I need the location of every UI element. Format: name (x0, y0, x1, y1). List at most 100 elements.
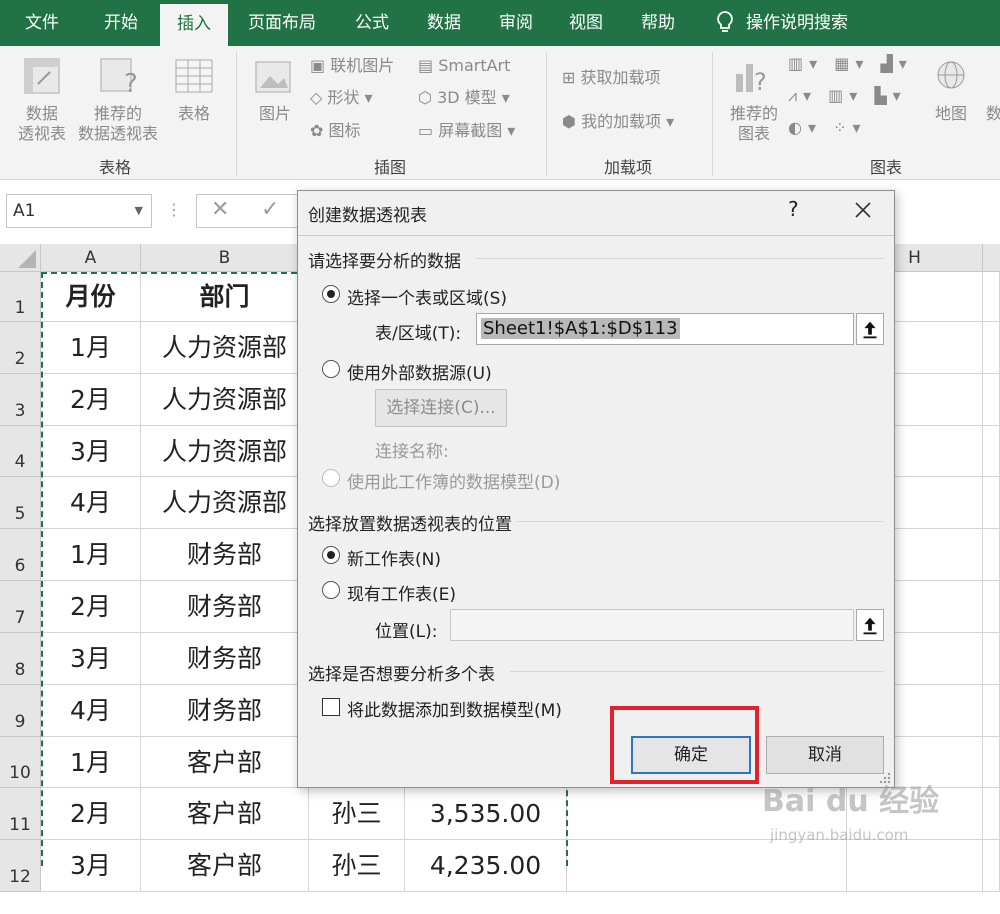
cell-i8[interactable] (983, 633, 1000, 685)
column-header-b[interactable]: B (141, 244, 309, 272)
row-header[interactable]: 4 (0, 426, 41, 477)
cell-a8[interactable]: 3月 (41, 633, 141, 685)
cell-b6[interactable]: 财务部 (141, 529, 309, 581)
cell-a7[interactable]: 2月 (41, 581, 141, 633)
tab-home[interactable]: 开始 (84, 0, 158, 46)
cell-a12[interactable]: 3月 (41, 840, 141, 892)
tell-me-search[interactable]: 操作说明搜索 (746, 0, 866, 46)
cell-b5[interactable]: 人力资源部 (141, 477, 309, 529)
close-icon[interactable] (850, 197, 876, 223)
cell-i11[interactable] (983, 788, 1000, 840)
cell-b1[interactable]: 部门 (141, 272, 309, 322)
tab-review[interactable]: 审阅 (482, 0, 550, 46)
cancel-formula-icon[interactable]: ✕ (211, 197, 229, 222)
row-header[interactable]: 2 (0, 322, 41, 374)
radio-data-model[interactable] (322, 469, 340, 487)
my-addins-button[interactable]: ⬢ 我的加载项 ▾ (562, 112, 674, 132)
tab-insert[interactable]: 插入 (160, 4, 228, 46)
chevron-down-icon[interactable]: ▼ (135, 195, 143, 227)
3d-model-button[interactable]: ⬡ 3D 模型 ▾ (418, 88, 510, 108)
chart-types-row-2[interactable]: ⩘▾ ▥▾ ▙▾ (788, 86, 907, 106)
recommended-pivot-button[interactable]: 推荐的 数据透视表 (72, 104, 164, 144)
tab-file[interactable]: 文件 (6, 0, 78, 46)
cell-i6[interactable] (983, 529, 1000, 581)
cell-h12[interactable] (847, 840, 983, 892)
shapes-button[interactable]: ◇ 形状 ▾ (310, 88, 373, 108)
radio-existing-worksheet[interactable] (322, 581, 340, 599)
cell-b2[interactable]: 人力资源部 (141, 322, 309, 374)
cell-b12[interactable]: 客户部 (141, 840, 309, 892)
tab-view[interactable]: 视图 (552, 0, 620, 46)
cell-b8[interactable]: 财务部 (141, 633, 309, 685)
cancel-button[interactable]: 取消 (766, 736, 884, 774)
cell-a6[interactable]: 1月 (41, 529, 141, 581)
row-header[interactable]: 7 (0, 581, 41, 633)
name-box[interactable]: A1 ▼ (6, 194, 152, 228)
recommended-charts-button[interactable]: 推荐的 图表 (722, 104, 786, 144)
column-header-i[interactable] (983, 244, 1000, 272)
tab-formulas[interactable]: 公式 (338, 0, 406, 46)
cell-a1[interactable]: 月份 (41, 272, 141, 322)
location-input[interactable] (450, 609, 854, 641)
cell-b9[interactable]: 财务部 (141, 685, 309, 737)
cell-a3[interactable]: 2月 (41, 374, 141, 426)
map-button[interactable]: 地图 (930, 104, 972, 124)
icons-button[interactable]: ✿ 图标 (310, 121, 361, 141)
cell-i3[interactable] (983, 374, 1000, 426)
collapse-dialog-icon[interactable] (856, 313, 884, 345)
cell-i4[interactable] (983, 426, 1000, 477)
row-header[interactable]: 8 (0, 633, 41, 685)
cell-i2[interactable] (983, 322, 1000, 374)
cell-b4[interactable]: 人力资源部 (141, 426, 309, 477)
tab-page-layout[interactable]: 页面布局 (232, 0, 332, 46)
cell-a9[interactable]: 4月 (41, 685, 141, 737)
row-header[interactable]: 6 (0, 529, 41, 581)
add-to-data-model-checkbox[interactable] (322, 698, 340, 716)
table-button[interactable]: 表格 (166, 104, 222, 124)
cell-d11[interactable]: 3,535.00 (405, 788, 567, 840)
radio-new-worksheet[interactable] (322, 546, 340, 564)
row-header[interactable]: 11 (0, 788, 41, 840)
help-button[interactable]: ? (788, 197, 799, 221)
row-header[interactable]: 10 (0, 737, 41, 788)
choose-connection-button[interactable]: 选择连接(C)... (375, 389, 507, 427)
tab-help[interactable]: 帮助 (622, 0, 694, 46)
chart-types-row-1[interactable]: ▥▾ ▦▾ ▟▾ (788, 54, 913, 74)
row-header[interactable]: 5 (0, 477, 41, 529)
row-header[interactable]: 12 (0, 840, 41, 892)
select-all-corner[interactable] (0, 244, 41, 272)
pivot-table-button[interactable]: 数据 透视表 (10, 104, 74, 144)
column-header-a[interactable]: A (41, 244, 141, 272)
cell-c12[interactable]: 孙三 (309, 840, 405, 892)
smartart-button[interactable]: ▤ SmartArt (418, 56, 510, 76)
cell-a10[interactable]: 1月 (41, 737, 141, 788)
cell-b3[interactable]: 人力资源部 (141, 374, 309, 426)
picture-button[interactable]: 图片 (252, 104, 298, 124)
cell-a2[interactable]: 1月 (41, 322, 141, 374)
cell-i7[interactable] (983, 581, 1000, 633)
radio-external-source[interactable] (322, 360, 340, 378)
tab-data[interactable]: 数据 (410, 0, 478, 46)
cell-c11[interactable]: 孙三 (309, 788, 405, 840)
confirm-formula-icon[interactable]: ✓ (261, 197, 279, 222)
get-addins-button[interactable]: ⊞ 获取加载项 (562, 68, 661, 88)
cell-b7[interactable]: 财务部 (141, 581, 309, 633)
cell-i10[interactable] (983, 737, 1000, 788)
screenshot-button[interactable]: ▭ 屏幕截图 ▾ (418, 121, 515, 141)
cell-i12[interactable] (983, 840, 1000, 892)
cell-a5[interactable]: 4月 (41, 477, 141, 529)
pivotchart-button-partial[interactable]: 数 (984, 104, 1000, 124)
radio-select-range[interactable] (322, 285, 340, 303)
cell-i1[interactable] (983, 272, 1000, 322)
row-header[interactable]: 3 (0, 374, 41, 426)
cell-a4[interactable]: 3月 (41, 426, 141, 477)
chart-types-row-3[interactable]: ◐▾ ⁘▾ (788, 118, 867, 138)
range-input[interactable]: Sheet1!$A$1:$D$113 (476, 313, 854, 345)
cell-i9[interactable] (983, 685, 1000, 737)
cell-a11[interactable]: 2月 (41, 788, 141, 840)
cell-b11[interactable]: 客户部 (141, 788, 309, 840)
cell-b10[interactable]: 客户部 (141, 737, 309, 788)
row-header[interactable]: 9 (0, 685, 41, 737)
cell-g12[interactable] (567, 840, 847, 892)
cell-i5[interactable] (983, 477, 1000, 529)
